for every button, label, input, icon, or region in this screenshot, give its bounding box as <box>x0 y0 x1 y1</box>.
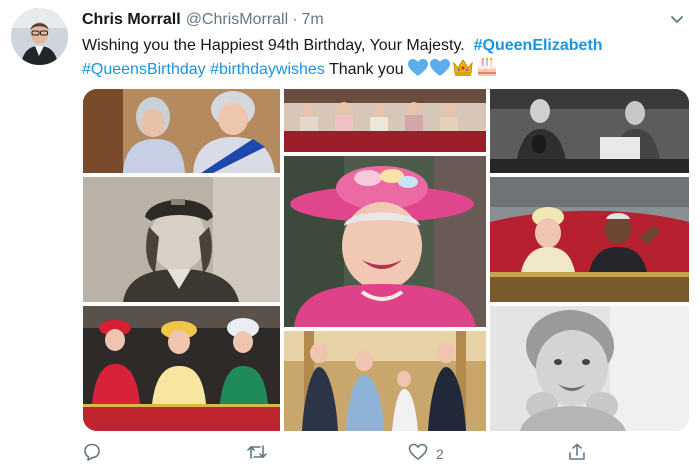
media-photo-royal-balcony-group[interactable] <box>284 89 486 152</box>
blue-heart-icon <box>408 59 429 84</box>
tweet-header: Chris Morrall @ChrisMorrall · 7m <box>82 10 324 30</box>
chevron-down-icon[interactable] <box>668 10 686 28</box>
birthday-cake-icon <box>476 57 498 84</box>
hashtag-birthdaywishes[interactable]: #birthdaywishes <box>210 61 325 78</box>
tweet-media-collage[interactable] <box>83 89 689 431</box>
tweet-actions-bar: 2 <box>82 442 602 466</box>
media-photo-vintage-radio-broadcast[interactable] <box>490 89 689 173</box>
hashtag-queensbirthday[interactable]: #QueensBirthday <box>82 61 206 78</box>
author-handle[interactable]: @ChrisMorrall <box>186 11 288 29</box>
retweet-button[interactable] <box>246 442 276 466</box>
heart-icon <box>408 442 428 467</box>
retweet-icon <box>246 442 268 467</box>
hashtag-queenelizabeth[interactable]: #QueenElizabeth <box>474 37 603 54</box>
tweet-text: Wishing you the Happiest 94th Birthday, … <box>82 34 682 84</box>
author-avatar[interactable] <box>11 8 68 65</box>
blue-heart-icon <box>430 59 451 84</box>
tweet-text-end: Thank you <box>328 61 404 78</box>
reply-button[interactable] <box>82 442 110 466</box>
reply-icon <box>82 442 102 467</box>
share-button[interactable] <box>567 442 595 466</box>
crown-icon <box>452 57 474 84</box>
tweet-text-main: Wishing you the Happiest 94th Birthday, … <box>82 37 465 54</box>
author-name[interactable]: Chris Morrall <box>82 11 181 29</box>
media-photo-child-elizabeth-smiling[interactable] <box>490 306 689 431</box>
like-button[interactable]: 2 <box>408 442 444 466</box>
separator-dot: · <box>292 11 298 28</box>
media-photo-royal-family-balcony-hats[interactable] <box>83 306 280 431</box>
tweet-timestamp[interactable]: 7m <box>301 11 323 29</box>
media-photo-queen-carriage-mandela[interactable] <box>490 177 689 302</box>
media-photo-queen-portrait-blue-sash[interactable] <box>83 89 280 173</box>
media-photo-young-elizabeth-uniform[interactable] <box>83 177 280 302</box>
share-icon <box>567 442 587 467</box>
media-photo-royal-four-generations[interactable] <box>284 331 486 431</box>
like-count: 2 <box>436 446 444 462</box>
media-photo-queen-pink-hat-smiling[interactable] <box>284 156 486 327</box>
